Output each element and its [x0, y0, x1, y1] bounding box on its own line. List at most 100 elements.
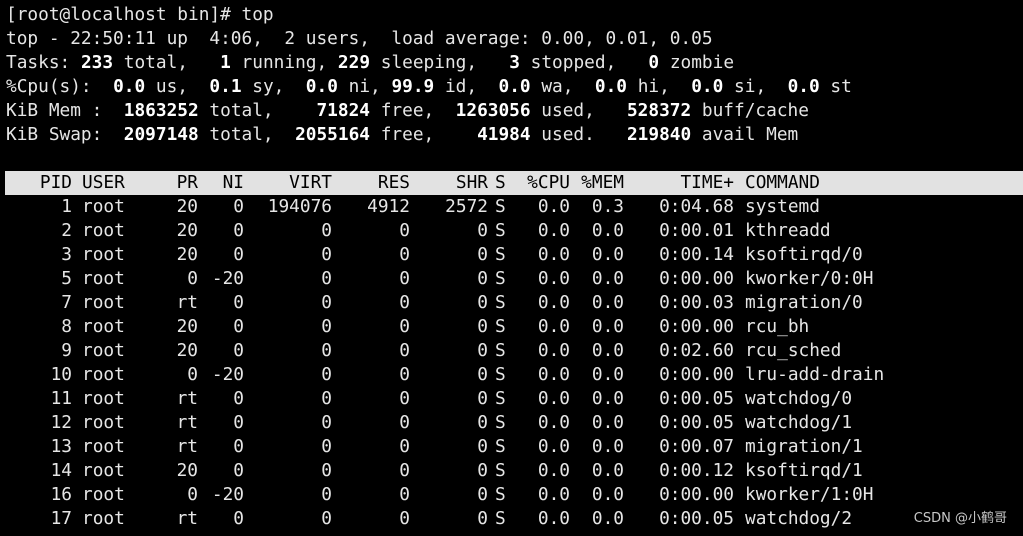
tasks-sleeping-label: sleeping, — [370, 52, 510, 73]
mem-used-label: used, — [530, 100, 627, 121]
table-row[interactable]: 8 root 20 0 0 0 0 S 0.0 0.0 0:00.00 rcu_bh — [6, 315, 1023, 339]
table-row[interactable]: 2 root 20 0 0 0 0 S 0.0 0.0 0:00.01 kthreadd — [6, 219, 1023, 243]
cell-ni: -20 — [211, 484, 244, 505]
cpu-hi-value: 0.0 — [594, 76, 627, 97]
mem-total-value: 1863252 — [123, 100, 199, 121]
cell-res: 0 — [399, 220, 410, 241]
cell-ni: 0 — [233, 244, 244, 265]
cell-ni: 0 — [233, 316, 244, 337]
table-row[interactable]: 10 root 0 -20 0 0 0 S 0.0 0.0 0:00.00 lru-add-drain — [6, 363, 1023, 387]
cell-virt: 0 — [321, 340, 332, 361]
table-row[interactable]: 9 root 20 0 0 0 0 S 0.0 0.0 0:02.60 rcu_sched — [6, 339, 1023, 363]
table-row[interactable]: 16 root 0 -20 0 0 0 S 0.0 0.0 0:00.00 kworker/1:0H — [6, 483, 1023, 507]
cell-shr: 0 — [477, 268, 488, 289]
cell-command: systemd — [745, 196, 820, 217]
cell-user: root — [82, 220, 125, 241]
cell-pid: 9 — [61, 340, 72, 361]
col-header-shr[interactable]: SHR — [410, 171, 488, 195]
cell-cpu: 0.0 — [537, 316, 570, 337]
col-header-pid[interactable]: PID — [6, 171, 72, 195]
cell-pid: 13 — [50, 436, 72, 457]
col-header-res[interactable]: RES — [332, 171, 410, 195]
col-header-s[interactable]: S — [495, 171, 507, 195]
cell-cpu: 0.0 — [537, 412, 570, 433]
terminal-window[interactable]: [root@localhost bin]# top top - 22:50:11… — [5, 3, 1023, 531]
swap-total-label: total, — [198, 124, 296, 145]
tasks-stopped-label: stopped, — [519, 52, 649, 73]
cell-s: S — [495, 244, 506, 265]
cell-ni: -20 — [211, 268, 244, 289]
col-header-pr[interactable]: PR — [158, 171, 198, 195]
cell-shr: 0 — [477, 316, 488, 337]
col-header-user[interactable]: USER — [82, 171, 158, 195]
table-row[interactable]: 7 root rt 0 0 0 0 S 0.0 0.0 0:00.03 migration/0 — [6, 291, 1023, 315]
cell-virt: 0 — [321, 460, 332, 481]
cell-mem: 0.0 — [591, 220, 624, 241]
cell-pr: 20 — [176, 316, 198, 337]
col-header-virt[interactable]: VIRT — [244, 171, 332, 195]
cell-ni: 0 — [233, 388, 244, 409]
cell-virt: 0 — [321, 268, 332, 289]
mem-free-value: 71824 — [316, 100, 370, 121]
cell-shr: 0 — [477, 508, 488, 529]
cpu-si-label: si, — [723, 76, 788, 97]
cell-s: S — [495, 340, 506, 361]
cell-cpu: 0.0 — [537, 508, 570, 529]
col-header-cpu[interactable]: %CPU — [507, 171, 570, 195]
cell-ni: 0 — [233, 460, 244, 481]
cell-virt: 0 — [321, 484, 332, 505]
col-header-mem[interactable]: %MEM — [570, 171, 624, 195]
cell-time: 0:00.01 — [659, 220, 734, 241]
cell-command: watchdog/1 — [745, 412, 853, 433]
cell-shr: 0 — [477, 292, 488, 313]
mem-free-label: free, — [370, 100, 456, 121]
swap-avail-value: 219840 — [626, 124, 692, 145]
cell-command: ksoftirqd/0 — [745, 244, 863, 265]
swap-total-value: 2097148 — [123, 124, 199, 145]
table-row[interactable]: 1 root 20 0 194076 4912 2572 S 0.0 0.3 0:04.68 syst… — [6, 195, 1023, 219]
table-row[interactable]: 13 root rt 0 0 0 0 S 0.0 0.0 0:00.07 migration/1 — [6, 435, 1023, 459]
col-header-time[interactable]: TIME+ — [624, 171, 734, 195]
cell-s: S — [495, 220, 506, 241]
cell-cpu: 0.0 — [537, 436, 570, 457]
cell-mem: 0.0 — [591, 316, 624, 337]
cell-res: 0 — [399, 508, 410, 529]
cell-ni: 0 — [233, 412, 244, 433]
table-row[interactable]: 17 root rt 0 0 0 0 S 0.0 0.0 0:00.05 watchdog/2 — [6, 507, 1023, 531]
cell-user: root — [82, 292, 125, 313]
cell-pid: 16 — [50, 484, 72, 505]
cell-virt: 0 — [321, 244, 332, 265]
table-row[interactable]: 5 root 0 -20 0 0 0 S 0.0 0.0 0:00.00 kworker/0:0H — [6, 267, 1023, 291]
cell-s: S — [495, 412, 506, 433]
table-row[interactable]: 12 root rt 0 0 0 0 S 0.0 0.0 0:00.05 watchdog/1 — [6, 411, 1023, 435]
cell-user: root — [82, 484, 125, 505]
cell-time: 0:00.05 — [659, 412, 734, 433]
swap-avail-label: avail Mem — [691, 124, 799, 145]
tasks-running-value: 1 — [220, 52, 231, 73]
col-header-ni[interactable]: NI — [198, 171, 244, 195]
mem-total-label: total, — [198, 100, 317, 121]
col-header-command[interactable]: COMMAND — [745, 171, 820, 195]
cell-user: root — [82, 412, 125, 433]
cell-mem: 0.0 — [591, 388, 624, 409]
cell-pr: 0 — [187, 364, 198, 385]
cell-res: 0 — [399, 460, 410, 481]
cell-shr: 0 — [477, 484, 488, 505]
cell-user: root — [82, 316, 125, 337]
tasks-total-value: 233 — [80, 52, 114, 73]
cell-pr: rt — [176, 436, 198, 457]
table-row[interactable]: 11 root rt 0 0 0 0 S 0.0 0.0 0:00.05 watchdog/0 — [6, 387, 1023, 411]
tasks-sleeping-value: 229 — [337, 52, 371, 73]
cell-res: 0 — [399, 340, 410, 361]
cell-shr: 2572 — [445, 196, 488, 217]
table-row[interactable]: 14 root 20 0 0 0 0 S 0.0 0.0 0:00.12 ksoftirqd/1 — [6, 459, 1023, 483]
swap-line: KiB Swap: 2097148 total, 2055164 free, 4… — [6, 123, 1023, 147]
cpu-hi-label: hi, — [626, 76, 692, 97]
mem-buff-label: buff/cache — [691, 100, 809, 121]
cell-pr: rt — [176, 292, 198, 313]
cell-mem: 0.0 — [591, 460, 624, 481]
cell-mem: 0.0 — [591, 268, 624, 289]
table-row[interactable]: 3 root 20 0 0 0 0 S 0.0 0.0 0:00.14 ksoftirqd/0 — [6, 243, 1023, 267]
cell-pid: 14 — [50, 460, 72, 481]
cell-s: S — [495, 292, 506, 313]
